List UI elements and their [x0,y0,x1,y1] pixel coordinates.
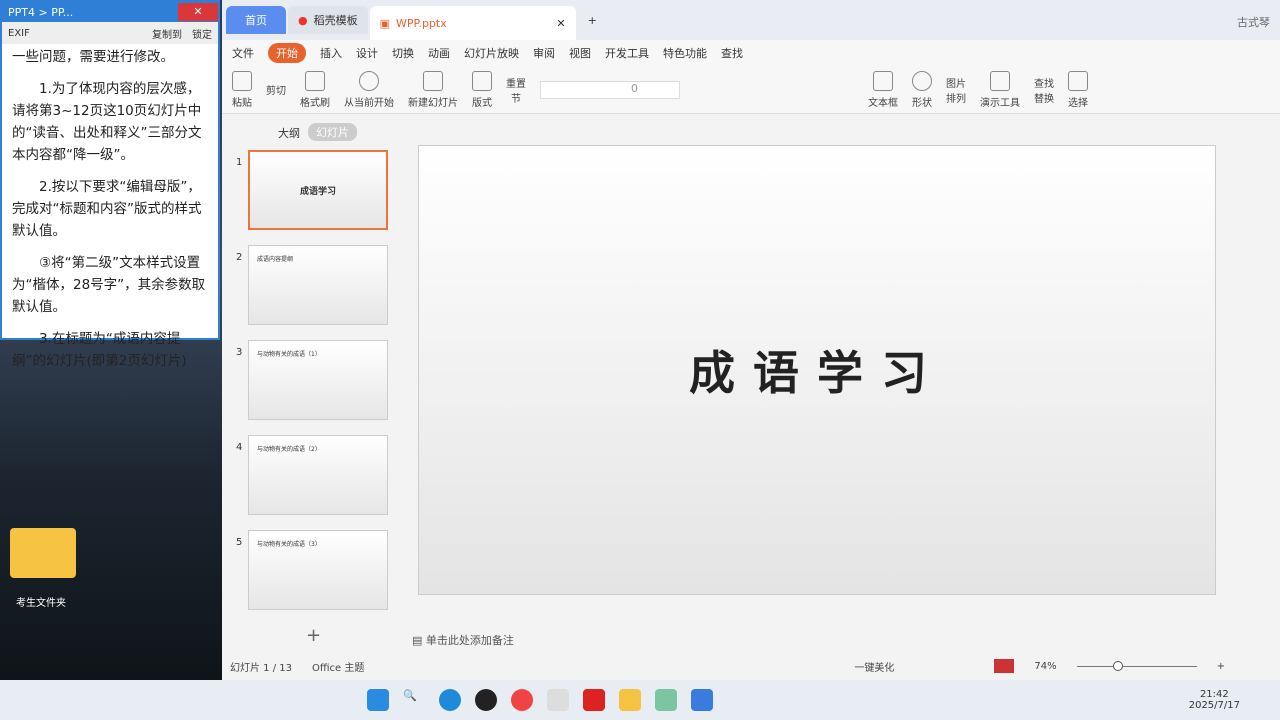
menu-animation[interactable]: 动画 [428,45,450,61]
theme-name: Office 主题 [312,662,365,674]
presentation-tools-button[interactable]: 演示工具 [980,70,1020,109]
app-icon[interactable] [655,689,677,711]
paste-button[interactable]: 粘贴 [232,70,252,109]
cut-button[interactable]: 剪切 [266,82,286,97]
textbox-button[interactable]: 文本框 [868,70,898,109]
add-slide-button[interactable]: + [306,625,321,646]
wps-icon[interactable] [691,689,713,711]
menu-special[interactable]: 特色功能 [663,45,707,61]
slide-canvas[interactable]: 成语学习 [418,145,1216,595]
wps-window: 首页 ● 稻壳模板 ▣ WPP.pptx ✕ + 古式琴 文件 开始 插入 设计 切换… [222,0,1280,680]
zoom-slider[interactable] [1076,660,1197,671]
tab-template[interactable]: ● 稻壳模板 [288,6,368,34]
menu-view[interactable]: 视图 [569,45,591,61]
slide-number: 4 [236,442,243,453]
menu-search[interactable]: 查找 [721,45,743,61]
menu-design[interactable]: 设计 [356,45,378,61]
slide-count: 幻灯片 1 / 13 [230,662,292,674]
new-tab-button[interactable]: + [578,6,607,34]
para: 2.按以下要求“编辑母版”，完成对“标题和内容”版式的样式默认值。 [12,179,202,239]
slide-thumb[interactable]: 成语内容提纲 [248,245,388,325]
menu-transition[interactable]: 切换 [392,45,414,61]
select-button[interactable]: 选择 [1068,70,1088,109]
app-icon[interactable] [547,689,569,711]
format-painter-button[interactable]: 格式刷 [300,70,330,109]
para: ③将“第二级”文本样式设置为“楷体，28号字”，其余参数取默认值。 [12,255,206,315]
window-title: PPT4 > PP... [8,5,74,19]
para: 一些问题，需要进行修改。 [12,49,174,65]
tab-file[interactable]: ▣ WPP.pptx ✕ [369,6,576,40]
status-bar: 幻灯片 1 / 13 Office 主题 一键美化 74% + [222,652,1280,680]
tab-label: WPP.pptx [396,16,447,30]
clock-time[interactable]: 21:42 [1189,689,1240,700]
menu-dev[interactable]: 开发工具 [605,45,649,61]
slide-title[interactable]: 成语学习 [689,337,945,403]
para: 3.在标题为“成语内容提纲”的幻灯片(即第2页幻灯片) [12,331,187,369]
menu-review[interactable]: 审阅 [533,45,555,61]
arrange-button[interactable]: 图片 排列 [946,75,966,105]
slide-number: 3 [236,347,243,358]
section-button[interactable]: 重置节 [506,75,526,105]
exif-button[interactable]: EXIF [8,28,30,39]
close-button[interactable]: ✕ [178,3,218,21]
taskbar: 🔍 21:42 2025/7/17 [0,680,1280,720]
close-tab-icon[interactable]: ✕ [556,17,565,30]
replace-button[interactable]: 查找 替换 [1034,75,1054,105]
question-window: PPT4 > PP... ✕ EXIF 复制到 锁定 一些问题，需要进行修改。 1.为… [0,0,220,369]
template-icon: ● [298,13,308,27]
menu-insert[interactable]: 插入 [320,45,342,61]
play-button[interactable] [994,659,1015,673]
edge-icon[interactable] [439,689,461,711]
user-name[interactable]: 古式琴 [1237,14,1270,30]
menu-file[interactable]: 文件 [232,45,254,61]
slide-thumb[interactable]: 与动物有关的成语（1） [248,340,388,420]
font-size-input[interactable]: 0 [540,80,680,99]
explorer-icon[interactable] [619,689,641,711]
clock-date[interactable]: 2025/7/17 [1189,700,1240,711]
tab-label: 稻壳模板 [313,14,358,27]
zoom-in-button[interactable]: + [1217,661,1225,672]
slides-tab[interactable]: 幻灯片 [308,123,357,141]
folder-icon[interactable] [10,528,76,578]
zoom-level[interactable]: 74% [1034,661,1056,672]
shape-button[interactable]: 形状 [912,70,932,109]
ppt-icon: ▣ [379,16,391,30]
para: 1.为了体现内容的层次感，请将第3~12页这10页幻灯片中的“读音、出处和释义”… [12,81,202,163]
slide-thumb[interactable]: 成语学习 [248,150,388,230]
notes-placeholder[interactable]: ▤ 单击此处添加备注 [412,632,514,648]
outline-tab[interactable]: 大纲 [278,125,300,141]
new-slide-button[interactable]: 新建幻灯片 [408,70,458,109]
folder-label[interactable]: 考生文件夹 [16,594,66,609]
ribbon: 粘贴 剪切 格式刷 从当前开始 新建幻灯片 版式 重置节 0 文本框 形状 图片… [222,66,1280,114]
slide-panel: 大纲 幻灯片 1 成语学习 2 成语内容提纲 3 与动物有关的成语（1） 4 与… [222,115,402,652]
copy-to-button[interactable]: 复制到 [152,26,182,41]
slide-thumb[interactable]: 与动物有关的成语（2） [248,435,388,515]
netease-music-icon[interactable] [583,689,605,711]
tab-home[interactable]: 首页 [226,6,286,34]
slide-number: 5 [236,537,243,548]
slide-number: 2 [236,252,243,263]
lock-button[interactable]: 锁定 [192,26,212,41]
menu-start[interactable]: 开始 [268,43,306,63]
menu-slideshow[interactable]: 幻灯片放映 [464,45,519,61]
start-icon[interactable] [367,689,389,711]
play-from-current-button[interactable]: 从当前开始 [344,70,394,109]
qq-icon[interactable] [475,689,497,711]
beautify-button[interactable]: 一键美化 [854,659,894,674]
slide-thumb[interactable]: 与动物有关的成语（3） [248,530,388,610]
app-icon[interactable] [511,689,533,711]
slide-number: 1 [236,157,243,168]
search-icon[interactable]: 🔍 [403,689,425,711]
layout-button[interactable]: 版式 [472,70,492,109]
